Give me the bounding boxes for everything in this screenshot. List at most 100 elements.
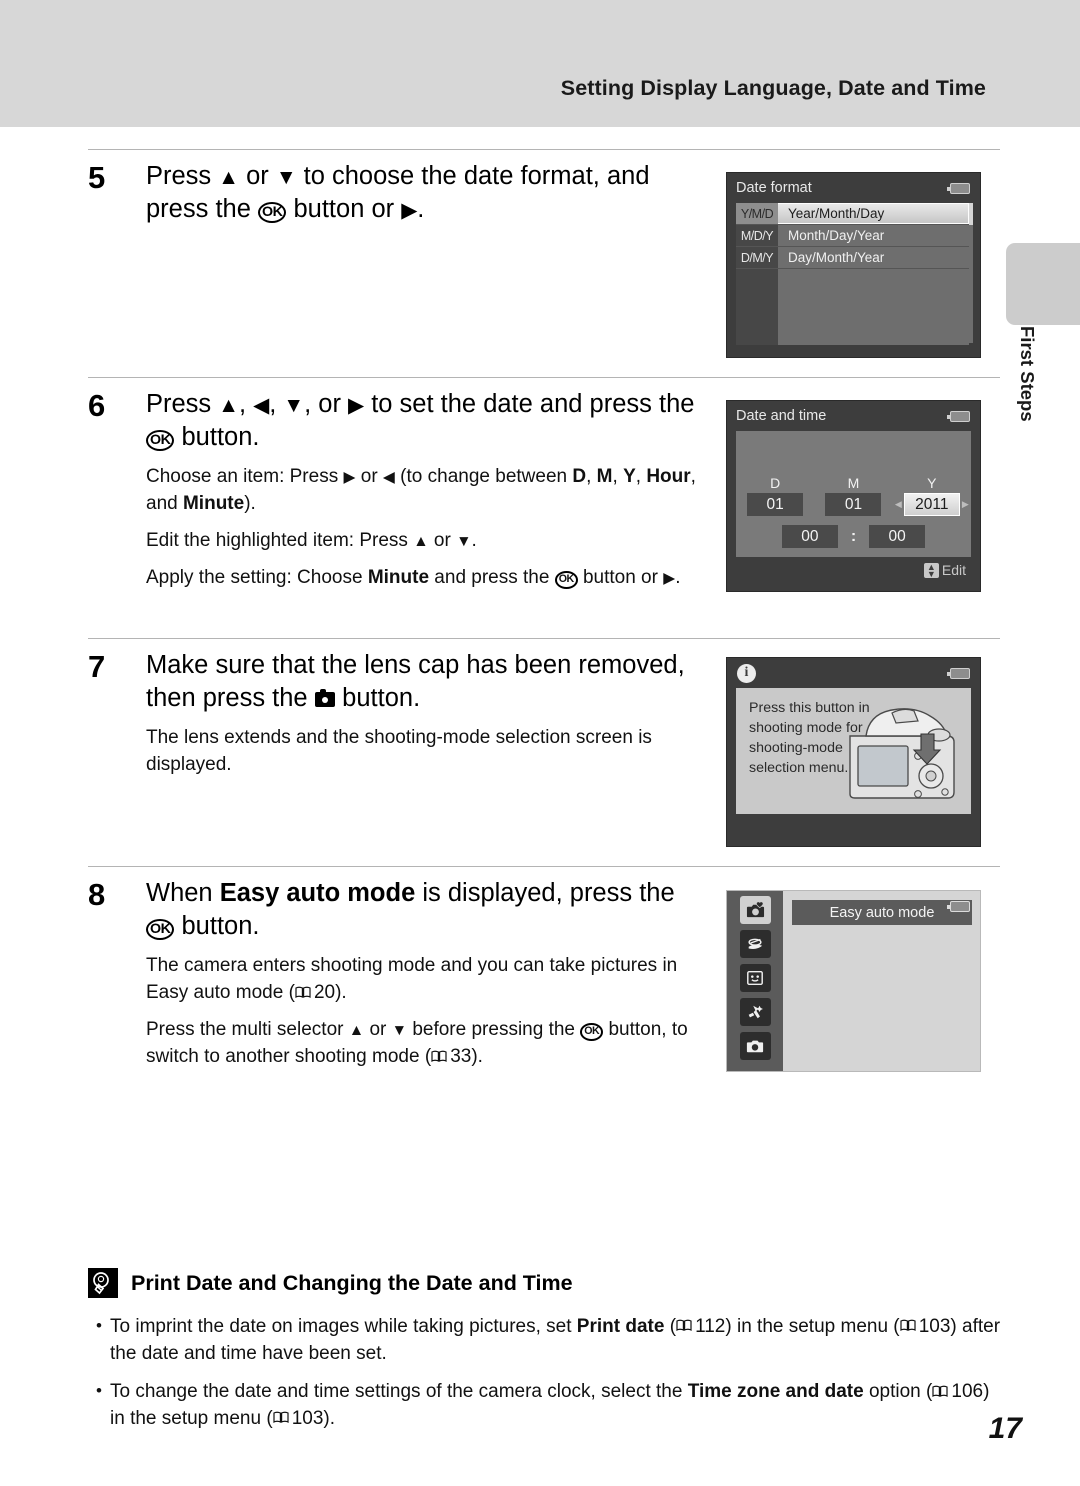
battery-icon xyxy=(947,411,970,422)
page-reference: 112 xyxy=(695,1316,726,1337)
t: M xyxy=(596,466,613,488)
shooting-mode-layout: Easy auto mode xyxy=(727,891,980,1071)
tip-note-text: To change the date and time settings of … xyxy=(110,1379,1000,1432)
t: , xyxy=(612,466,624,488)
step-5-text-e: . xyxy=(417,195,425,224)
scene-mode-icon[interactable] xyxy=(739,930,771,958)
t: , xyxy=(635,466,647,488)
page-title: Setting Display Language, Date and Time xyxy=(560,76,986,100)
lcd-date-format-titlebar: Date format xyxy=(727,173,980,203)
page-reference: 103 xyxy=(918,1316,951,1337)
step-7-body: The lens extends and the shooting-mode s… xyxy=(146,725,708,779)
up-triangle-icon: ▲ xyxy=(218,394,239,417)
camera-illustration xyxy=(844,702,969,806)
right-triangle-icon: ▶ xyxy=(343,469,356,487)
step-8-number: 8 xyxy=(88,877,106,912)
date-format-row-mdy[interactable]: M/D/Y Month/Day/Year xyxy=(736,225,969,247)
date-time-panel: D M Y 01 01 ◀ 2011 ▶ 00 : 00 xyxy=(736,431,971,557)
book-reference-icon xyxy=(295,986,313,1000)
special-effects-mode-icon[interactable] xyxy=(739,998,771,1026)
step-8: 8 When Easy auto mode is displayed, pres… xyxy=(88,877,708,1081)
year-field[interactable]: 2011 xyxy=(903,493,960,516)
info-panel: Press this button in shooting mode for s… xyxy=(736,688,971,814)
step-8-heading: When Easy auto mode is displayed, press … xyxy=(146,877,708,943)
step-6-text-a: Press xyxy=(146,390,219,418)
step-6-para-3: Apply the setting: Choose Minute and pre… xyxy=(146,565,708,592)
battery-icon xyxy=(947,183,970,194)
right-triangle-icon: ▶ xyxy=(663,570,676,588)
tip-note-item: • To imprint the date on images while ta… xyxy=(88,1314,1000,1367)
step-5-heading: Press ▲ or ▼ to choose the date format, … xyxy=(146,160,708,226)
date-format-abbr: M/D/Y xyxy=(736,225,778,246)
up-triangle-icon: ▲ xyxy=(413,533,429,551)
t: Apply the setting: Choose xyxy=(146,567,368,589)
tip-note-block: Print Date and Changing the Date and Tim… xyxy=(88,1268,1000,1444)
date-format-abbr: D/M/Y xyxy=(736,247,778,268)
page-number: 17 xyxy=(988,1412,1022,1445)
divider-above-step-6 xyxy=(88,377,1000,378)
shooting-mode-rail[interactable] xyxy=(727,891,783,1071)
ok-button-icon: OK xyxy=(146,430,175,452)
up-triangle-icon: ▲ xyxy=(348,1022,365,1040)
left-triangle-icon: ◀ xyxy=(382,469,395,487)
page-reference: 106 xyxy=(951,1381,984,1403)
step-6-text-d: , or xyxy=(304,390,349,418)
date-format-name: Month/Day/Year xyxy=(788,228,885,243)
t: Print date xyxy=(576,1316,665,1337)
camera-button-icon xyxy=(314,689,336,708)
label-day: D xyxy=(770,475,781,491)
book-reference-icon xyxy=(900,1319,918,1333)
date-format-empty-area xyxy=(736,269,969,345)
easy-auto-mode-icon[interactable] xyxy=(739,896,771,924)
right-triangle-icon: ▶ xyxy=(348,394,365,417)
shooting-mode-main: Easy auto mode xyxy=(783,891,980,1071)
scrollbar-thumb[interactable] xyxy=(969,203,973,225)
step-6-para-2: Edit the highlighted item: Press ▲ or ▼. xyxy=(146,528,708,555)
step-8-text-d: button. xyxy=(174,912,260,941)
t: (to change between xyxy=(394,466,573,488)
edit-label: Edit xyxy=(941,562,966,578)
label-year: Y xyxy=(927,475,937,491)
tip-note-item: • To change the date and time settings o… xyxy=(88,1379,1000,1432)
step-7: 7 Make sure that the lens cap has been r… xyxy=(88,649,708,789)
month-field-wrap: 01 xyxy=(814,493,892,516)
tip-note-header: Print Date and Changing the Date and Tim… xyxy=(88,1268,1000,1298)
minute-field[interactable]: 00 xyxy=(869,525,926,548)
date-format-row-ymd[interactable]: Y/M/D Year/Month/Day xyxy=(736,203,969,225)
step-5-text-d: button or xyxy=(286,195,402,224)
ok-button-icon: OK xyxy=(580,1023,604,1041)
auto-mode-icon[interactable] xyxy=(739,1032,771,1060)
t: or xyxy=(428,530,457,552)
down-triangle-icon: ▼ xyxy=(283,394,305,417)
date-time-labels: D M Y xyxy=(736,475,971,491)
hour-field[interactable]: 00 xyxy=(781,525,838,548)
date-format-row-dmy[interactable]: D/M/Y Day/Month/Year xyxy=(736,247,969,269)
t: To imprint the date on images while taki… xyxy=(110,1316,577,1337)
time-fields: 00 : 00 xyxy=(736,525,971,548)
date-format-list[interactable]: Y/M/D Year/Month/Day M/D/Y Month/Day/Yea… xyxy=(736,203,973,345)
tip-note-text: To imprint the date on images while taki… xyxy=(110,1314,1000,1367)
t: Minute xyxy=(367,567,430,589)
right-arrow-icon: ▶ xyxy=(961,499,969,509)
month-field[interactable]: 01 xyxy=(825,493,882,516)
time-colon: : xyxy=(850,527,857,545)
step-8-body: The camera enters shooting mode and you … xyxy=(146,953,708,1071)
step-6-text-e: to set the date and press the xyxy=(364,390,695,418)
info-icon: i xyxy=(737,663,756,683)
step-7-number: 7 xyxy=(88,649,106,684)
page-reference: 33 xyxy=(450,1046,472,1068)
step-6-text-b: , xyxy=(238,390,254,418)
left-arrow-icon: ◀ xyxy=(894,499,902,509)
step-7-text-b: button. xyxy=(335,684,421,713)
step-5-text-b: or xyxy=(238,162,276,190)
lcd-date-time-titlebar: Date and time xyxy=(727,401,980,431)
smart-portrait-mode-icon[interactable] xyxy=(739,964,771,992)
down-triangle-icon: ▼ xyxy=(391,1022,408,1040)
updown-edit-icon: ▲ ▼ xyxy=(923,562,939,578)
day-field[interactable]: 01 xyxy=(747,493,804,516)
t: The camera enters shooting mode and you … xyxy=(146,955,678,1004)
step-6: 6 Press ▲, ◀, ▼, or ▶ to set the date an… xyxy=(88,388,708,602)
battery-icon xyxy=(947,668,970,679)
ok-button-icon: OK xyxy=(146,919,175,941)
up-triangle-icon: ▲ xyxy=(218,166,239,189)
